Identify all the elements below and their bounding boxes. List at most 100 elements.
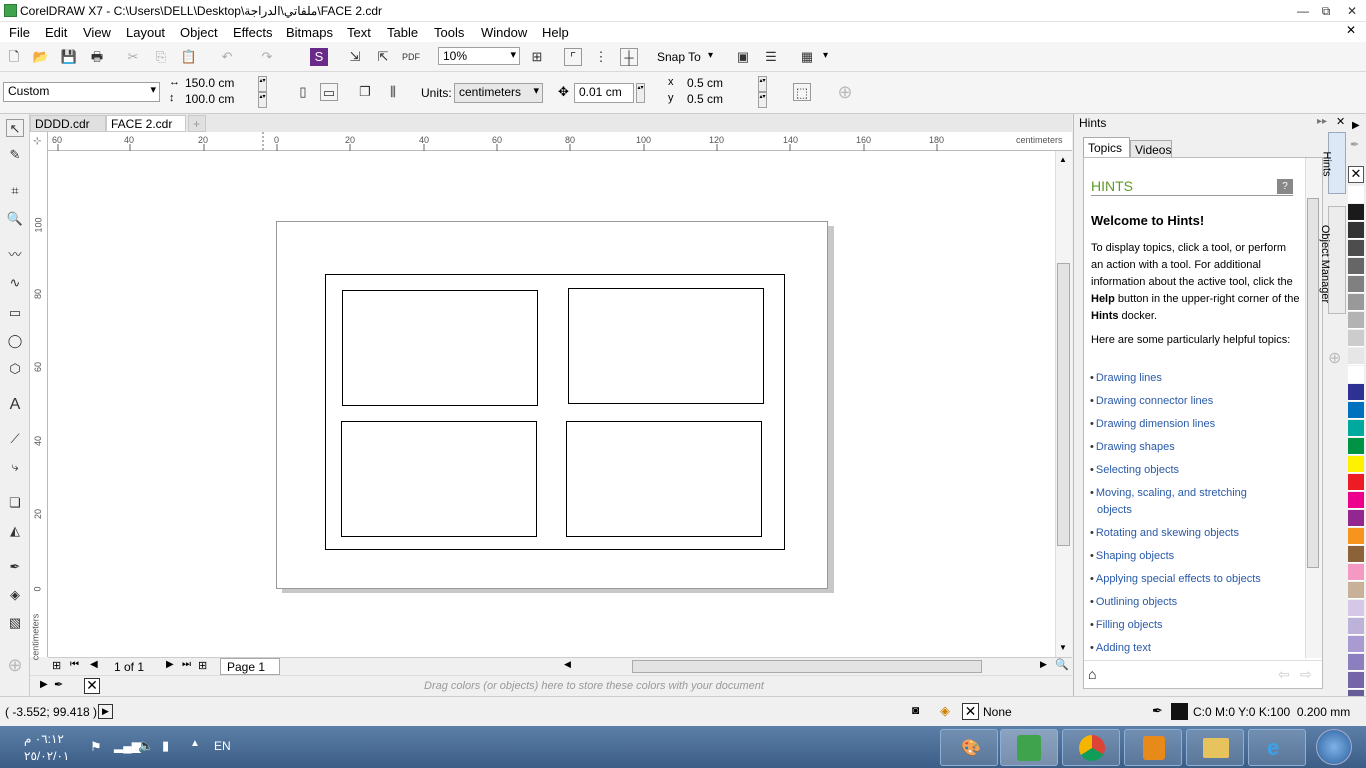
vertical-scroll-thumb[interactable] <box>1057 263 1070 546</box>
color-swatch[interactable] <box>1348 654 1364 671</box>
menu-table[interactable]: Table <box>387 25 418 40</box>
menu-text[interactable]: Text <box>347 25 371 40</box>
clock-time[interactable]: ٠٦:١٢ م <box>24 732 64 746</box>
taskbar-coreldraw-app[interactable] <box>1000 729 1058 766</box>
page-preset-dropdown[interactable]: Custom <box>3 82 160 102</box>
vertical-ruler[interactable]: ⊹ 100 80 60 40 20 0 centimeters <box>30 132 48 660</box>
scroll-right-icon[interactable]: ▶ <box>1040 659 1047 670</box>
tab-videos[interactable]: Videos <box>1130 140 1172 158</box>
power-icon[interactable]: ▮ <box>162 738 169 754</box>
tab-dddd[interactable]: DDDD.cdr <box>30 115 106 132</box>
current-page-icon[interactable]: ⫼ <box>384 83 402 101</box>
treat-as-filled-icon[interactable]: ⬚ <box>793 83 811 101</box>
color-swatch[interactable] <box>1348 276 1364 293</box>
menu-window[interactable]: Window <box>481 25 527 40</box>
search-content-icon[interactable]: S <box>310 48 328 66</box>
palette-scroll-up-icon[interactable]: ▶ <box>1352 120 1360 131</box>
color-swatch[interactable] <box>1348 456 1364 473</box>
action-center-flag-icon[interactable]: ⚑ <box>90 739 102 755</box>
menu-help[interactable]: Help <box>542 25 569 40</box>
docker-close-icon[interactable]: ✕ <box>1336 115 1345 128</box>
color-swatch[interactable] <box>1348 618 1364 635</box>
launcher-chevron-icon[interactable]: ▾ <box>823 50 828 61</box>
color-swatch[interactable] <box>1348 294 1364 311</box>
menu-object[interactable]: Object <box>180 25 218 40</box>
color-swatch[interactable] <box>1348 348 1364 365</box>
taskbar-ie-app[interactable]: e <box>1248 729 1306 766</box>
taskbar-chrome-app[interactable] <box>1062 729 1120 766</box>
volume-icon[interactable]: 🔈 <box>138 738 154 754</box>
eyedropper-tool-icon[interactable]: ✒ <box>6 558 24 576</box>
landscape-icon[interactable]: ▭ <box>320 83 338 101</box>
export-icon[interactable]: ⇱ <box>374 48 392 66</box>
taskbar-explorer-app[interactable] <box>1186 729 1244 766</box>
menu-effects[interactable]: Effects <box>233 25 273 40</box>
scroll-down-icon[interactable]: ▼ <box>1059 643 1067 652</box>
application-launcher-icon[interactable]: ▦ <box>798 48 816 66</box>
drawing-canvas[interactable] <box>48 151 1055 657</box>
minimize-button[interactable]: — <box>1293 3 1313 19</box>
height-spinner[interactable]: ▴▾ <box>258 92 267 108</box>
freehand-tool-icon[interactable]: 〰 <box>6 246 24 264</box>
hint-link[interactable]: Selecting objects <box>1090 464 1179 476</box>
show-hidden-icons[interactable]: ▲ <box>190 738 200 749</box>
color-swatch[interactable] <box>1348 258 1364 275</box>
hint-link[interactable]: Shaping objects <box>1090 550 1174 562</box>
color-swatch[interactable] <box>1348 492 1364 509</box>
artistic-media-icon[interactable]: ∿ <box>6 274 24 292</box>
crop-tool-icon[interactable]: ⌗ <box>6 182 24 200</box>
smart-fill-icon[interactable]: ▧ <box>6 614 24 632</box>
color-swatch[interactable] <box>1348 240 1364 257</box>
hints-scroll-thumb[interactable] <box>1307 198 1319 568</box>
all-pages-icon[interactable]: ❐ <box>356 83 374 101</box>
new-document-icon[interactable]: 🗋 <box>5 48 23 66</box>
units-dropdown[interactable]: centimeters <box>454 83 543 103</box>
menu-tools[interactable]: Tools <box>434 25 464 40</box>
start-button[interactable] <box>1316 729 1352 765</box>
redo-icon[interactable]: ↷ <box>258 48 276 66</box>
toolbox-customize-icon[interactable]: ⊕ <box>6 656 24 674</box>
nudge-spinner[interactable]: ▴▾ <box>636 83 645 103</box>
portrait-icon[interactable]: ▯ <box>294 83 312 101</box>
hints-forward-icon[interactable]: ⇨ <box>1300 666 1312 683</box>
hint-link[interactable]: Applying special effects to objects <box>1090 573 1261 585</box>
zoom-fit-icon[interactable]: ⊞ <box>528 48 546 66</box>
horizontal-ruler[interactable]: 60 40 20 0 20 40 60 80 100 120 140 160 1… <box>48 132 1072 151</box>
color-swatch[interactable] <box>1348 474 1364 491</box>
insert-page-before-icon[interactable]: ⊞ <box>52 659 61 672</box>
guidelines-icon[interactable]: ┼ <box>620 48 638 66</box>
panel-rectangle[interactable] <box>566 421 762 537</box>
polygon-tool-icon[interactable]: ⬡ <box>6 360 24 378</box>
hints-back-icon[interactable]: ⇦ <box>1278 666 1290 683</box>
drop-shadow-tool-icon[interactable]: ❏ <box>6 494 24 512</box>
menu-file[interactable]: File <box>9 25 30 40</box>
panel-rectangle[interactable] <box>342 290 538 406</box>
color-swatch[interactable] <box>1348 420 1364 437</box>
color-swatch[interactable] <box>1348 600 1364 617</box>
horizontal-scroll-thumb[interactable] <box>632 660 982 673</box>
quick-customize-icon[interactable]: ⊕ <box>836 83 854 101</box>
hint-link[interactable]: Rotating and skewing objects <box>1090 527 1239 539</box>
color-swatch[interactable] <box>1348 402 1364 419</box>
panel-rectangle[interactable] <box>568 288 764 404</box>
help-icon[interactable]: ? <box>1277 179 1293 194</box>
menu-edit[interactable]: Edit <box>45 25 67 40</box>
menu-close-icon[interactable]: ✕ <box>1346 23 1356 37</box>
color-proof-icon[interactable]: ◙ <box>912 703 919 717</box>
ruler-origin-icon[interactable]: ⊹ <box>33 136 41 147</box>
hints-home-icon[interactable]: ⌂ <box>1088 666 1096 682</box>
pick-tool-icon[interactable]: ↖ <box>6 119 24 137</box>
nudge-distance-input[interactable]: 0.01 cm <box>574 83 634 103</box>
fill-color-swatch[interactable]: ✕ <box>962 703 979 720</box>
print-icon[interactable]: 🖶 <box>88 48 106 66</box>
restore-button[interactable]: ⧉ <box>1316 3 1336 19</box>
status-expand-icon[interactable]: ▶ <box>98 704 113 719</box>
color-swatch[interactable] <box>1348 546 1364 563</box>
color-swatch[interactable] <box>1348 528 1364 545</box>
width-spinner[interactable]: ▴▾ <box>258 76 267 92</box>
tab-face2[interactable]: FACE 2.cdr <box>106 115 186 132</box>
connector-tool-icon[interactable]: ⤷ <box>6 458 24 476</box>
shape-tool-icon[interactable]: ✎ <box>6 146 24 164</box>
ellipse-tool-icon[interactable]: ◯ <box>6 332 24 350</box>
rulers-icon[interactable]: ⌜ <box>564 48 582 66</box>
